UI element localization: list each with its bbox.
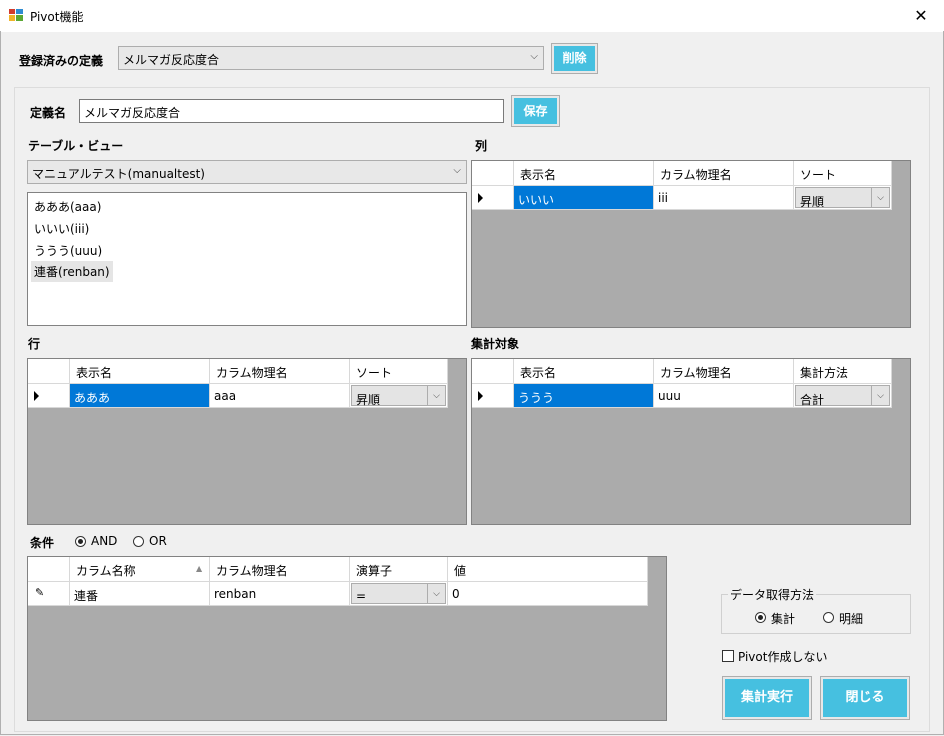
value-cell[interactable]: 0	[448, 582, 648, 606]
no-pivot-checkbox[interactable]	[722, 650, 734, 662]
row-header-corner	[28, 557, 70, 582]
run-aggregate-button[interactable]: 集計実行	[722, 676, 812, 720]
sort-cell[interactable]: 昇順 ⌵	[350, 384, 448, 408]
aggregate-radio-label[interactable]: 集計	[771, 610, 795, 627]
row-header[interactable]: ✎	[28, 582, 70, 606]
chevron-down-icon: ⌵	[427, 386, 445, 405]
physical-name-cell[interactable]: uuu	[654, 384, 794, 408]
or-radio-label[interactable]: OR	[149, 534, 167, 548]
close-icon: ✕	[914, 6, 928, 25]
row-header-corner	[472, 161, 514, 186]
chevron-down-icon: ⌵	[453, 165, 461, 176]
column-header[interactable]: 表示名	[514, 161, 654, 186]
app-window-icon	[9, 9, 23, 21]
current-row-arrow-icon	[34, 391, 39, 401]
title-bar: Pivot機能 ✕	[0, 0, 944, 32]
window-title: Pivot機能	[30, 10, 84, 24]
columns-label: 列	[475, 139, 488, 153]
detail-radio-label[interactable]: 明細	[839, 610, 863, 627]
close-window-button[interactable]: ✕	[898, 0, 944, 31]
column-listbox[interactable]: あああ(aaa) いいい(iii) ううう(uuu) 連番(renban)	[27, 192, 467, 326]
display-name-cell[interactable]: あああ	[70, 384, 210, 408]
row-header[interactable]	[28, 384, 70, 408]
list-item[interactable]: 連番(renban)	[31, 261, 113, 282]
physical-name-cell[interactable]: aaa	[210, 384, 350, 408]
display-name-cell[interactable]: いいい	[514, 186, 654, 210]
operator-select[interactable]: = ⌵	[351, 583, 446, 604]
display-name-cell[interactable]: ううう	[514, 384, 654, 408]
table-view-select[interactable]: マニュアルテスト(manualtest) ⌵	[27, 160, 467, 184]
column-header[interactable]: カラム名称 ▲	[70, 557, 210, 582]
or-radio[interactable]	[133, 536, 144, 547]
chevron-down-icon: ⌵	[530, 51, 538, 62]
definition-name-value: メルマガ反応度合	[84, 106, 181, 120]
column-header[interactable]: カラム物理名	[654, 359, 794, 384]
conditions-grid[interactable]: カラム名称 ▲ カラム物理名 演算子 値 ✎ 連番 renban = ⌵ 0	[27, 556, 667, 721]
aggregate-radio[interactable]	[755, 612, 766, 623]
row-header-corner	[28, 359, 70, 384]
list-item[interactable]: ううう(uuu)	[34, 242, 102, 259]
physical-name-cell[interactable]: iii	[654, 186, 794, 210]
chevron-down-icon: ⌵	[871, 188, 889, 207]
operator-cell[interactable]: = ⌵	[350, 582, 448, 606]
conditions-label: 条件	[30, 536, 55, 550]
current-row-arrow-icon	[478, 391, 483, 401]
table-view-value: マニュアルテスト(manualtest)	[32, 167, 205, 181]
method-cell[interactable]: 合計 ⌵	[794, 384, 892, 408]
and-radio[interactable]	[75, 536, 86, 547]
save-button[interactable]: 保存	[511, 95, 560, 127]
delete-button[interactable]: 削除	[551, 43, 598, 74]
table-view-label: テーブル・ビュー	[28, 139, 124, 153]
row-header[interactable]	[472, 384, 514, 408]
physical-name-cell[interactable]: renban	[210, 582, 350, 606]
column-header[interactable]: カラム物理名	[654, 161, 794, 186]
no-pivot-label[interactable]: Pivot作成しない	[738, 648, 827, 665]
definition-name-label: 定義名	[30, 106, 67, 120]
registered-definition-value: メルマガ反応度合	[123, 53, 220, 67]
chevron-down-icon: ⌵	[427, 584, 445, 603]
rows-label: 行	[28, 337, 41, 351]
column-header[interactable]: 集計方法	[794, 359, 892, 384]
row-header[interactable]	[472, 186, 514, 210]
list-item[interactable]: あああ(aaa)	[34, 198, 101, 215]
aggregate-label: 集計対象	[471, 337, 520, 351]
and-radio-label[interactable]: AND	[91, 534, 117, 548]
column-header[interactable]: カラム物理名	[210, 557, 350, 582]
column-header[interactable]: カラム物理名	[210, 359, 350, 384]
delete-button-label: 削除	[562, 51, 587, 65]
column-header[interactable]: ソート	[794, 161, 892, 186]
column-header[interactable]: 演算子	[350, 557, 448, 582]
columns-grid[interactable]: 表示名 カラム物理名 ソート いいい iii 昇順 ⌵	[471, 160, 911, 328]
column-header[interactable]: 表示名	[70, 359, 210, 384]
close-button[interactable]: 閉じる	[820, 676, 910, 720]
run-aggregate-label: 集計実行	[740, 690, 793, 705]
rows-grid[interactable]: 表示名 カラム物理名 ソート あああ aaa 昇順 ⌵	[27, 358, 467, 525]
list-item[interactable]: いいい(iii)	[34, 220, 89, 237]
column-name-cell[interactable]: 連番	[70, 582, 210, 606]
sort-select[interactable]: 昇順 ⌵	[795, 187, 890, 209]
close-button-label: 閉じる	[845, 690, 885, 705]
registered-definition-select[interactable]: メルマガ反応度合 ⌵	[118, 46, 544, 70]
row-header-corner	[472, 359, 514, 384]
aggregate-method-select[interactable]: 合計 ⌵	[795, 385, 890, 407]
registered-definition-label: 登録済みの定義	[19, 54, 104, 68]
chevron-down-icon: ⌵	[871, 386, 889, 405]
pencil-icon: ✎	[35, 586, 45, 599]
sort-cell[interactable]: 昇順 ⌵	[794, 186, 892, 210]
sort-ascending-icon: ▲	[196, 564, 203, 573]
column-header[interactable]: 表示名	[514, 359, 654, 384]
definition-name-input[interactable]: メルマガ反応度合	[79, 99, 504, 123]
column-header[interactable]: ソート	[350, 359, 448, 384]
current-row-arrow-icon	[478, 193, 483, 203]
aggregate-grid[interactable]: 表示名 カラム物理名 集計方法 ううう uuu 合計 ⌵	[471, 358, 911, 525]
data-method-label: データ取得方法	[728, 586, 817, 603]
detail-radio[interactable]	[823, 612, 834, 623]
sort-select[interactable]: 昇順 ⌵	[351, 385, 446, 407]
column-header[interactable]: 値	[448, 557, 648, 582]
save-button-label: 保存	[523, 104, 548, 118]
